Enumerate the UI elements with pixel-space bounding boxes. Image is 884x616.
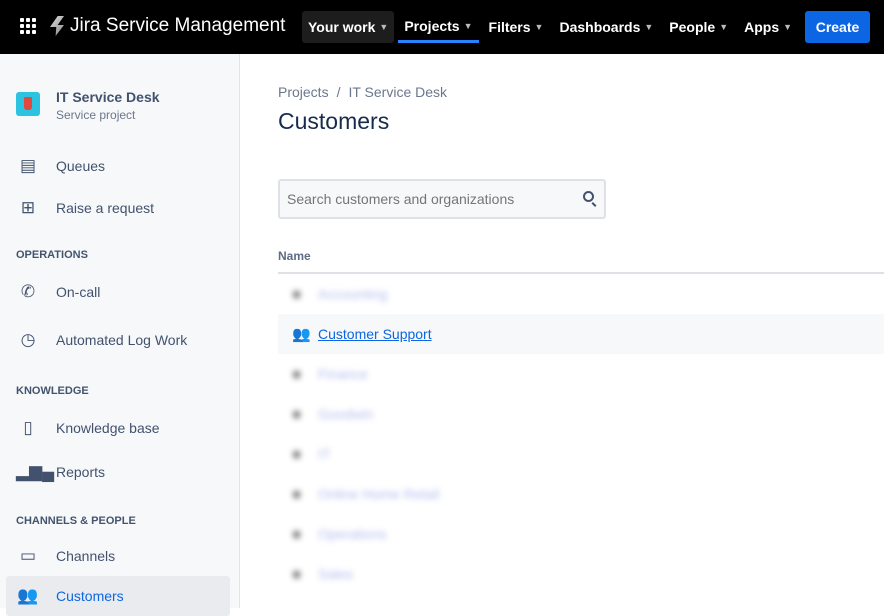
organization-icon: ■ (292, 405, 302, 423)
chevron-down-icon: ▼ (463, 20, 473, 31)
nav-label: Apps (744, 19, 780, 35)
nav-projects[interactable]: Projects ▼ (398, 11, 479, 43)
search-icon[interactable] (583, 191, 594, 202)
breadcrumb: Projects / IT Service Desk (278, 84, 448, 100)
table-row: ■ Operations (278, 514, 884, 554)
organization-link[interactable]: Online Home Retail (318, 486, 439, 502)
organization-icon: 👥 (292, 326, 311, 343)
search-field[interactable] (278, 179, 606, 219)
table-row: 👥 Customer Support (278, 314, 884, 354)
nav-dashboards[interactable]: Dashboards ▼ (553, 11, 659, 43)
table-row: ■ Online Home Retail (278, 474, 884, 514)
organization-icon: ■ (292, 565, 302, 583)
nav-label: Projects (404, 17, 460, 34)
create-button[interactable]: Create (805, 11, 870, 43)
nav-your-work[interactable]: Your work ▼ (302, 11, 395, 43)
chevron-down-icon: ▼ (644, 22, 654, 32)
sidebar-item-label: Automated Log Work (56, 332, 188, 348)
sidebar-item-on-call[interactable]: ✆ On-call (6, 272, 230, 312)
sidebar-item-reports[interactable]: ▂▆▄ Reports (6, 452, 230, 492)
phone-icon: ✆ (20, 282, 36, 301)
add-request-icon: ⊞ (20, 198, 36, 217)
organization-icon: ■ (292, 445, 302, 463)
organization-link[interactable]: Accounting (318, 286, 387, 302)
nav-label: Your work (308, 19, 376, 35)
project-avatar-icon (16, 92, 40, 116)
nav-filters[interactable]: Filters ▼ (483, 11, 550, 43)
queues-icon: ▤ (19, 156, 37, 175)
table-row: ■ Goodwin (278, 394, 884, 434)
table-row: ■ Accounting (278, 274, 884, 314)
chevron-down-icon: ▼ (783, 22, 793, 32)
people-icon: 👥 (17, 586, 39, 605)
sidebar-item-raise-request[interactable]: ⊞ Raise a request (6, 188, 230, 228)
jira-logo-icon (50, 16, 64, 36)
top-nav-bar: Jira Service Management Your work ▼ Proje… (0, 0, 884, 54)
breadcrumb-projects[interactable]: Projects (278, 84, 329, 100)
organization-link[interactable]: Goodwin (318, 406, 373, 422)
section-heading-knowledge: KNOWLEDGE (16, 385, 89, 397)
sidebar-item-queues[interactable]: ▤ Queues (6, 146, 230, 186)
sidebar-item-channels[interactable]: ▭ Channels (6, 536, 230, 576)
chevron-down-icon: ▼ (534, 22, 544, 32)
product-logo[interactable]: Jira Service Management (50, 15, 285, 37)
sidebar-item-label: Customers (56, 588, 124, 604)
column-header-name[interactable]: Name (278, 249, 311, 263)
section-heading-channels-people: CHANNELS & PEOPLE (16, 515, 136, 527)
page-title: Customers (278, 108, 390, 134)
bar-chart-icon: ▂▆▄ (16, 462, 55, 481)
sidebar-item-knowledge-base[interactable]: ▯ Knowledge base (6, 408, 230, 448)
book-icon: ▯ (23, 418, 33, 437)
monitor-icon: ▭ (19, 546, 37, 565)
nav-label: Filters (488, 19, 531, 35)
organization-link[interactable]: Operations (318, 526, 386, 542)
sidebar: IT Service Desk Service project ▤ Queues … (0, 54, 240, 616)
organization-link[interactable]: Sales (318, 566, 353, 582)
organization-icon: ■ (292, 365, 302, 383)
section-heading-operations: OPERATIONS (16, 249, 88, 261)
project-name[interactable]: IT Service Desk (56, 89, 160, 105)
nav-people[interactable]: People ▼ (663, 11, 734, 43)
table-row: ■ Sales (278, 554, 884, 594)
organization-icon: ■ (292, 285, 302, 303)
clock-icon: ◷ (20, 330, 36, 349)
organization-icon: ■ (292, 485, 302, 503)
sidebar-item-label: Reports (56, 464, 106, 480)
main-content: Projects/IT Service Desk Customers Name … (240, 54, 884, 608)
nav-label: Dashboards (559, 19, 641, 35)
organization-link[interactable]: Finance (318, 366, 368, 382)
nav-apps[interactable]: Apps ▼ (738, 11, 798, 43)
sidebar-item-automated-log-work[interactable]: ◷ Automated Log Work (6, 320, 230, 360)
app-switcher-icon[interactable] (20, 18, 36, 34)
table-row: ■ Finance (278, 354, 884, 394)
project-type: Service project (56, 108, 136, 122)
sidebar-item-customers[interactable]: 👥 Customers (6, 576, 230, 616)
organization-link[interactable]: Customer Support (318, 326, 432, 342)
organization-icon: ■ (292, 525, 302, 543)
product-name: Jira Service Management (70, 15, 286, 36)
chevron-down-icon: ▼ (379, 22, 389, 32)
nav-label: People (669, 19, 716, 35)
sidebar-item-label: Channels (56, 548, 116, 564)
organization-link[interactable]: IT (318, 446, 330, 462)
sidebar-item-label: Raise a request (56, 200, 155, 216)
sidebar-item-label: Knowledge base (56, 420, 160, 436)
sidebar-item-label: Queues (56, 158, 106, 174)
chevron-down-icon: ▼ (719, 22, 729, 32)
breadcrumb-it-service-desk[interactable]: IT Service Desk (348, 84, 447, 100)
sidebar-item-label: On-call (56, 284, 101, 300)
table-row: ■ IT (278, 434, 884, 474)
search-input[interactable] (287, 191, 567, 207)
